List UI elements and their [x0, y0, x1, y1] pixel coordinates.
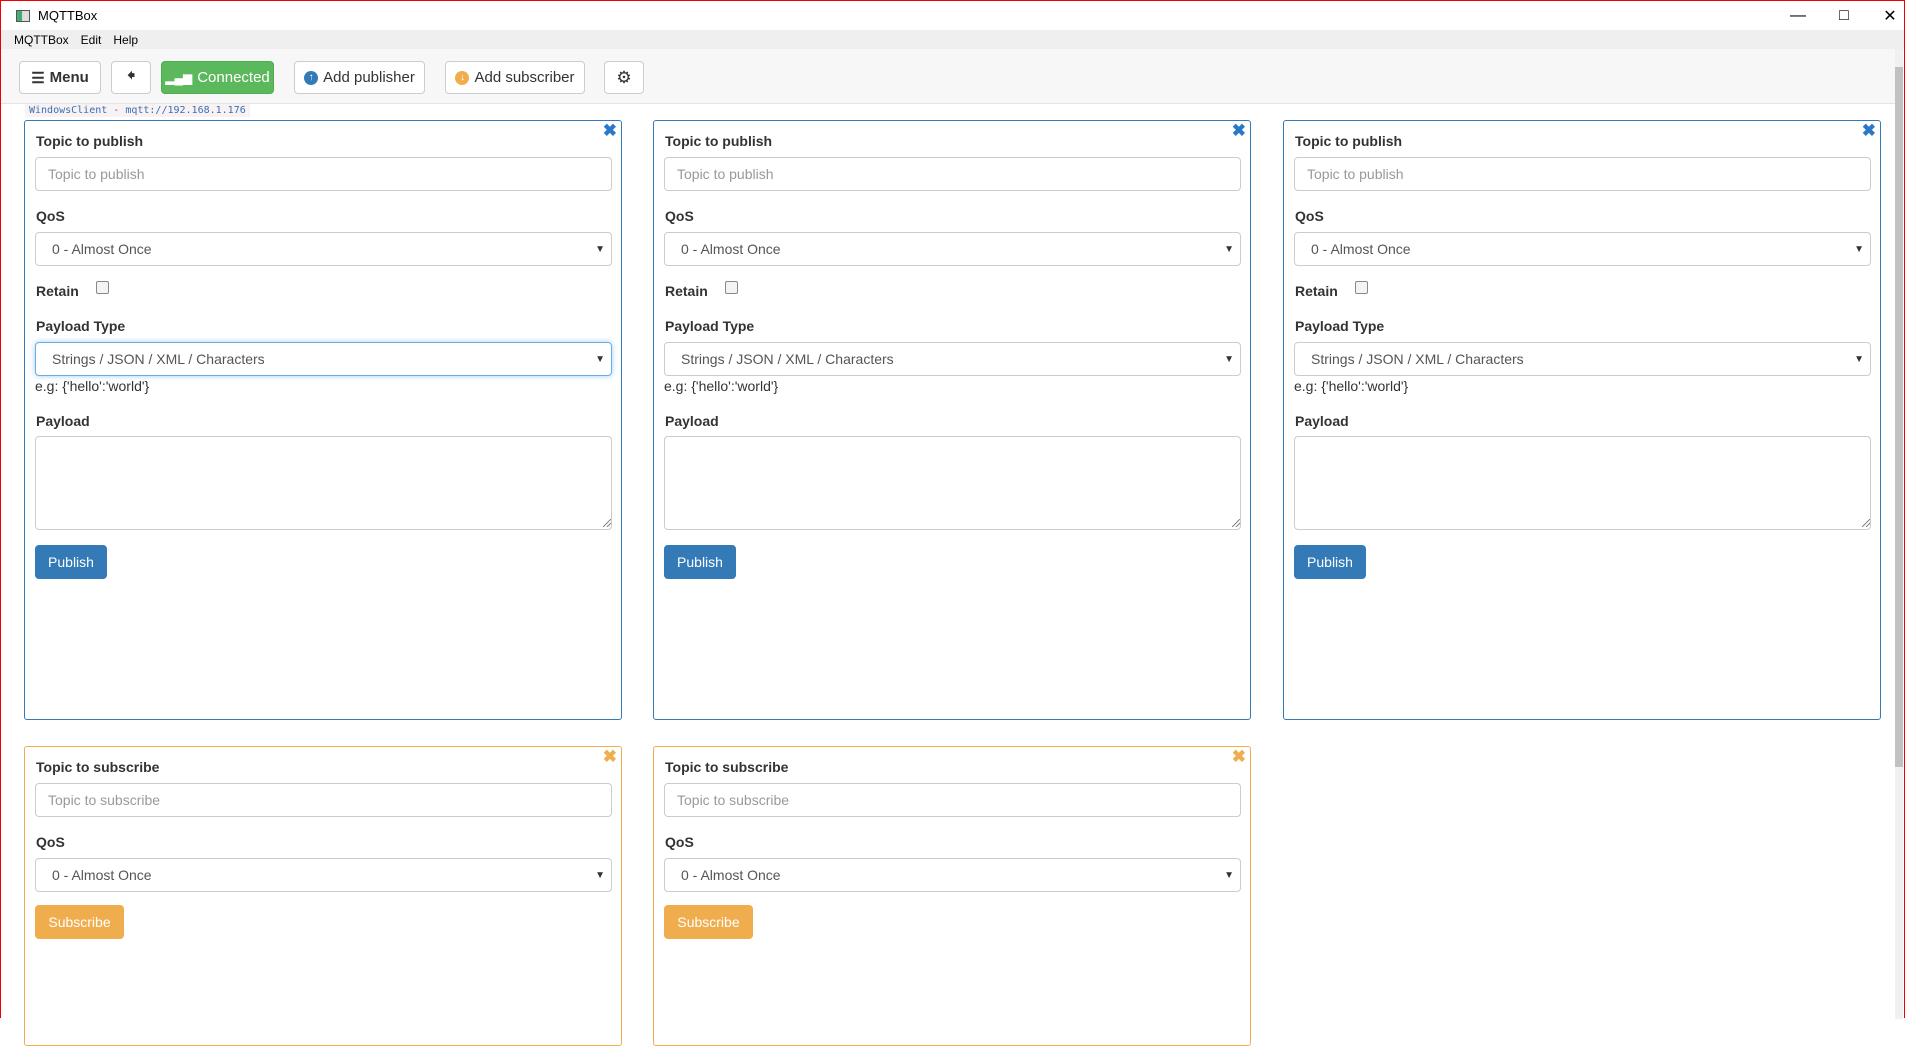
retain-checkbox[interactable] — [725, 281, 738, 294]
payload-label: Payload — [36, 413, 90, 429]
payload-label: Payload — [1295, 413, 1349, 429]
close-subscriber-icon[interactable]: ✖ — [1232, 747, 1246, 767]
menu-edit[interactable]: Edit — [81, 33, 102, 47]
resize-grip-icon[interactable] — [1862, 519, 1870, 527]
qos-label: QoS — [665, 208, 694, 224]
add-subscriber-button[interactable]: ↓ Add subscriber — [445, 61, 585, 94]
maximize-icon[interactable]: □ — [1821, 1, 1867, 30]
publish-button[interactable]: Publish — [35, 545, 107, 579]
settings-button[interactable]: ⚙ — [604, 61, 644, 94]
topic-label: Topic to publish — [1295, 133, 1403, 149]
close-subscriber-icon[interactable]: ✖ — [603, 747, 617, 767]
qos-label: QoS — [36, 208, 65, 224]
retain-label: Retain — [36, 281, 109, 299]
topic-label: Topic to publish — [36, 133, 144, 149]
signal-icon: ▂▄▆ — [165, 70, 193, 85]
close-publisher-icon[interactable]: ✖ — [1862, 121, 1876, 141]
arrow-down-circle-icon: ↓ — [455, 70, 470, 85]
payload-hint: e.g: {'hello':'world'} — [35, 378, 150, 394]
arrow-up-circle-icon: ↑ — [304, 70, 319, 85]
caret-down-icon: ▼ — [1854, 353, 1864, 365]
close-window-icon[interactable]: ✕ — [1867, 1, 1905, 30]
subscriber-panel: ✖ Topic to subscribe Topic to subscribe … — [653, 746, 1251, 1046]
back-button[interactable]: 🠸 — [111, 61, 151, 94]
subscribe-button[interactable]: Subscribe — [664, 905, 753, 939]
topic-input[interactable]: Topic to subscribe — [664, 783, 1241, 817]
caret-down-icon: ▼ — [595, 243, 605, 255]
hamburger-icon: ☰ — [31, 69, 45, 87]
retain-checkbox[interactable] — [1355, 281, 1368, 294]
qos-label: QoS — [1295, 208, 1324, 224]
topic-input[interactable]: Topic to publish — [35, 157, 612, 191]
qos-select[interactable]: 0 - Almost Once ▼ — [35, 232, 612, 266]
caret-down-icon: ▼ — [1854, 243, 1864, 255]
payload-textarea[interactable] — [35, 436, 612, 530]
caret-down-icon: ▼ — [595, 353, 605, 365]
publisher-panel: ✖ Topic to publish Topic to publish QoS … — [653, 120, 1251, 720]
retain-checkbox[interactable] — [96, 281, 109, 294]
caret-down-icon: ▼ — [595, 869, 605, 881]
window-title: MQTTBox — [38, 8, 98, 23]
qos-select[interactable]: 0 - Almost Once ▼ — [1294, 232, 1871, 266]
menu-bar: MQTTBox Edit Help — [1, 30, 1904, 49]
publisher-panel: ✖ Topic to publish Topic to publish QoS … — [24, 120, 622, 720]
toolbar: ☰ Menu 🠸 ▂▄▆ Connected ↑ Add publisher ↓ Add… — [1, 49, 1896, 104]
title-bar: MQTTBox — □ ✕ — [1, 1, 1904, 30]
payload-label: Payload — [665, 413, 719, 429]
payload-hint: e.g: {'hello':'world'} — [1294, 378, 1409, 394]
caret-down-icon: ▼ — [1224, 243, 1234, 255]
payload-type-select[interactable]: Strings / JSON / XML / Characters ▼ — [664, 342, 1241, 376]
add-publisher-button[interactable]: ↑ Add publisher — [294, 61, 425, 94]
close-publisher-icon[interactable]: ✖ — [1232, 121, 1246, 141]
payload-type-label: Payload Type — [1295, 318, 1385, 334]
arrow-left-icon: 🠸 — [126, 66, 136, 85]
retain-label: Retain — [1295, 281, 1368, 299]
topic-input[interactable]: Topic to publish — [664, 157, 1241, 191]
scrollbar-thumb[interactable] — [1895, 67, 1903, 767]
topic-label: Topic to subscribe — [36, 759, 160, 775]
payload-hint: e.g: {'hello':'world'} — [664, 378, 779, 394]
topic-label: Topic to subscribe — [665, 759, 789, 775]
payload-type-select[interactable]: Strings / JSON / XML / Characters ▼ — [35, 342, 612, 376]
payload-textarea[interactable] — [664, 436, 1241, 530]
topic-input[interactable]: Topic to subscribe — [35, 783, 612, 817]
app-icon — [16, 9, 30, 22]
payload-type-select[interactable]: Strings / JSON / XML / Characters ▼ — [1294, 342, 1871, 376]
publish-button[interactable]: Publish — [664, 545, 736, 579]
caret-down-icon: ▼ — [1224, 353, 1234, 365]
subscribe-button[interactable]: Subscribe — [35, 905, 124, 939]
resize-grip-icon[interactable] — [603, 519, 611, 527]
qos-label: QoS — [665, 834, 694, 850]
publisher-panel: ✖ Topic to publish Topic to publish QoS … — [1283, 120, 1881, 720]
client-label: WindowsClient - mqtt://192.168.1.176 — [25, 104, 250, 117]
menu-button[interactable]: ☰ Menu — [19, 61, 101, 94]
retain-label: Retain — [665, 281, 738, 299]
close-publisher-icon[interactable]: ✖ — [603, 121, 617, 141]
qos-select[interactable]: 0 - Almost Once ▼ — [35, 858, 612, 892]
qos-select[interactable]: 0 - Almost Once ▼ — [664, 858, 1241, 892]
topic-input[interactable]: Topic to publish — [1294, 157, 1871, 191]
resize-grip-icon[interactable] — [1232, 519, 1240, 527]
subscriber-panel: ✖ Topic to subscribe Topic to subscribe … — [24, 746, 622, 1046]
qos-select[interactable]: 0 - Almost Once ▼ — [664, 232, 1241, 266]
minimize-icon[interactable]: — — [1775, 1, 1821, 30]
gear-icon: ⚙ — [616, 67, 632, 87]
menu-help[interactable]: Help — [113, 33, 138, 47]
connected-button[interactable]: ▂▄▆ Connected — [161, 61, 274, 94]
payload-type-label: Payload Type — [36, 318, 126, 334]
publish-button[interactable]: Publish — [1294, 545, 1366, 579]
topic-label: Topic to publish — [665, 133, 773, 149]
menu-mqttbox[interactable]: MQTTBox — [14, 33, 69, 47]
payload-textarea[interactable] — [1294, 436, 1871, 530]
caret-down-icon: ▼ — [1224, 869, 1234, 881]
payload-type-label: Payload Type — [665, 318, 755, 334]
qos-label: QoS — [36, 834, 65, 850]
